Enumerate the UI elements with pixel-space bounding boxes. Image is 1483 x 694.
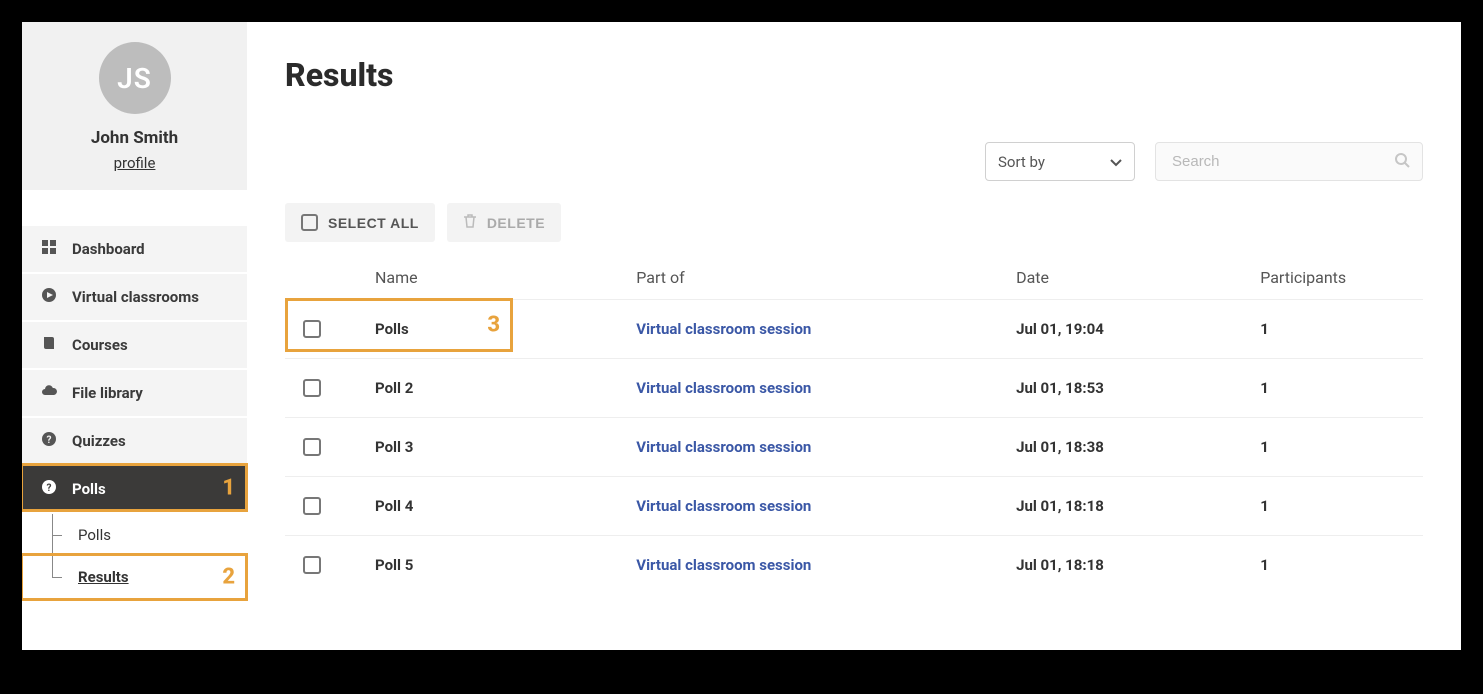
nav: Dashboard Virtual classrooms Courses Fil… [22,226,247,598]
row-participants: 1 [1260,379,1423,397]
row-name: Poll 5 [365,556,636,574]
row-checkbox[interactable] [303,497,321,515]
main: Results Sort by SELECT ALL [247,22,1461,650]
search-input[interactable] [1168,143,1394,180]
row-part-of-link[interactable]: Virtual classroom session [636,320,1016,338]
col-name: Name [365,268,636,287]
trash-icon [463,213,477,232]
row-part-of-link[interactable]: Virtual classroom session [636,379,1016,397]
annotation-1-number: 1 [222,475,235,500]
sort-label: Sort by [998,153,1045,171]
controls-row: Sort by [285,142,1423,181]
chevron-down-icon [1110,153,1122,171]
select-all-label: SELECT ALL [328,215,419,231]
row-name: Poll 2 [365,379,636,397]
sidebar: JS John Smith profile Dashboard Virtual … [22,22,247,650]
sidebar-item-label: Quizzes [72,432,126,450]
delete-label: DELETE [487,215,545,231]
sidebar-item-label: Dashboard [72,240,145,258]
row-checkbox[interactable] [303,320,321,338]
annotation-2-number: 2 [222,565,235,590]
row-date: Jul 01, 19:04 [1016,320,1260,338]
annotation-2-box: 2 [22,553,248,601]
row-participants: 1 [1260,320,1423,338]
table-row[interactable]: Poll 3 Virtual classroom session Jul 01,… [285,417,1423,476]
sidebar-item-dashboard[interactable]: Dashboard [22,226,247,272]
col-participants: Participants [1260,268,1423,287]
sidebar-item-label: File library [72,384,143,402]
sidebar-item-file-library[interactable]: File library [22,370,247,416]
table-row[interactable]: Poll 5 Virtual classroom session Jul 01,… [285,535,1423,594]
checkbox-icon [301,214,318,231]
search-field[interactable] [1155,142,1423,181]
grid-icon [40,240,58,258]
select-all-button[interactable]: SELECT ALL [285,203,435,242]
row-part-of-link[interactable]: Virtual classroom session [636,438,1016,456]
search-icon [1394,152,1410,172]
results-table: Name Part of Date Participants Polls Vir… [285,256,1423,594]
row-checkbox[interactable] [303,379,321,397]
row-name: Polls [365,320,636,338]
cloud-icon [40,384,58,402]
row-part-of-link[interactable]: Virtual classroom session [636,497,1016,515]
row-date: Jul 01, 18:38 [1016,438,1260,456]
question-icon: ? [40,432,58,450]
row-name: Poll 4 [365,497,636,515]
col-date: Date [1016,268,1260,287]
row-participants: 1 [1260,438,1423,456]
row-date: Jul 01, 18:18 [1016,556,1260,574]
sidebar-item-label: Polls [72,480,106,498]
row-name: Poll 3 [365,438,636,456]
sidebar-item-polls[interactable]: ? Polls 1 [22,466,247,512]
page-title: Results [285,56,1423,94]
table-row[interactable]: Polls Virtual classroom session Jul 01, … [285,299,1423,358]
avatar: JS [99,42,171,114]
question-icon: ? [40,480,58,498]
delete-button[interactable]: DELETE [447,203,561,242]
profile-block: JS John Smith profile [22,22,247,190]
row-part-of-link[interactable]: Virtual classroom session [636,556,1016,574]
row-checkbox[interactable] [303,438,321,456]
sub-item-results[interactable]: Results 2 [22,556,247,598]
sub-item-label: Polls [78,526,111,544]
sub-item-label: Results [78,568,129,586]
row-checkbox[interactable] [303,556,321,574]
sort-select[interactable]: Sort by [985,142,1135,181]
row-participants: 1 [1260,497,1423,515]
nav-sub-polls: Polls Results 2 [22,514,247,598]
row-participants: 1 [1260,556,1423,574]
sidebar-item-label: Virtual classrooms [72,288,199,306]
sidebar-item-courses[interactable]: Courses [22,322,247,368]
svg-text:?: ? [47,483,52,494]
row-date: Jul 01, 18:18 [1016,497,1260,515]
col-part-of: Part of [636,268,1016,287]
sub-item-polls[interactable]: Polls [22,514,247,556]
play-icon [40,288,58,306]
sidebar-item-label: Courses [72,336,128,354]
table-row[interactable]: Poll 2 Virtual classroom session Jul 01,… [285,358,1423,417]
sidebar-item-virtual-classrooms[interactable]: Virtual classrooms [22,274,247,320]
sidebar-item-quizzes[interactable]: ? Quizzes [22,418,247,464]
profile-link[interactable]: profile [114,154,156,172]
book-icon [40,336,58,354]
row-date: Jul 01, 18:53 [1016,379,1260,397]
table-header: Name Part of Date Participants [285,256,1423,299]
actions-row: SELECT ALL DELETE [285,203,1423,242]
table-row[interactable]: Poll 4 Virtual classroom session Jul 01,… [285,476,1423,535]
user-name: John Smith [91,128,178,148]
svg-text:?: ? [47,435,52,446]
